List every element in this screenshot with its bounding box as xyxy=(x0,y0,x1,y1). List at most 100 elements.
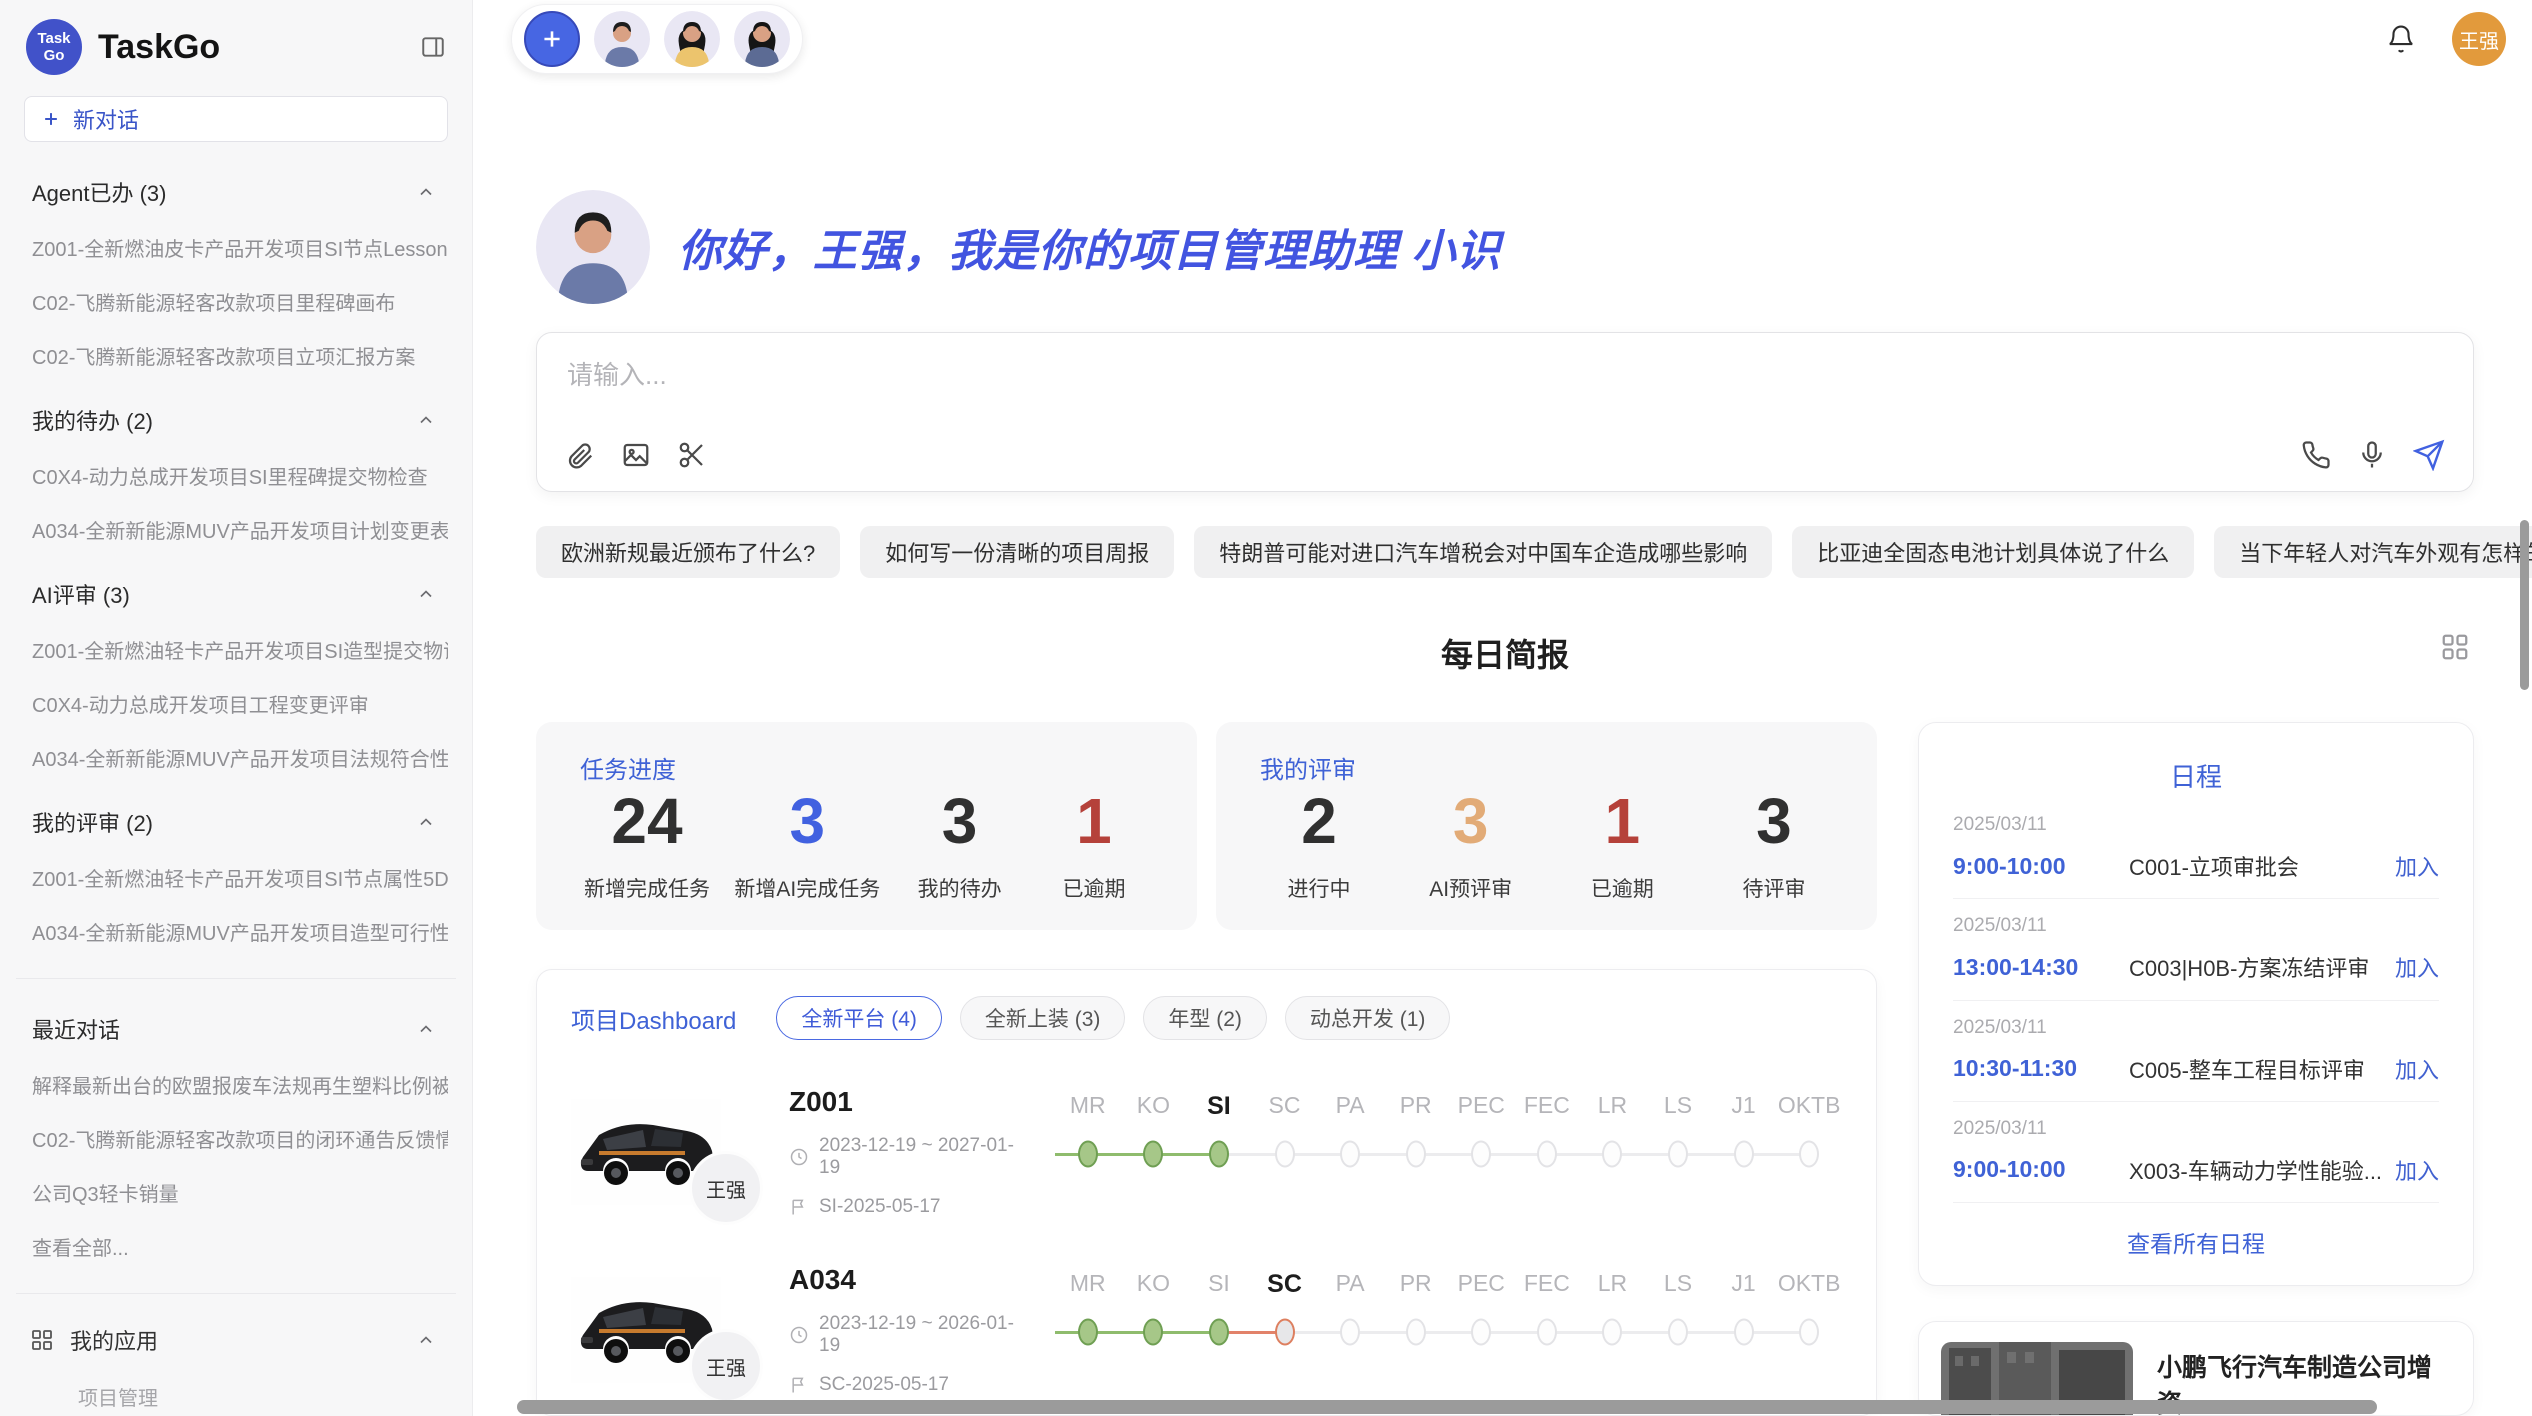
join-link[interactable]: 加入 xyxy=(2395,1154,2439,1186)
milestone-label: FEC xyxy=(1514,1270,1580,1317)
stat-column: 1已逾期 xyxy=(1039,789,1149,903)
attachment-icon[interactable] xyxy=(565,440,595,470)
notifications-bell-icon[interactable] xyxy=(2386,24,2416,54)
milestone-label: SC xyxy=(1252,1092,1318,1139)
vertical-scrollbar[interactable] xyxy=(2520,520,2529,690)
news-body: 小鹏飞行汽车制造公司增资 天眼查 App 显示，近日广州汇天飞行汽... xyxy=(2157,1342,2451,1395)
briefing-grid-area: 任务进度 24新增完成任务3新增AI完成任务3我的待办1已逾期 我的评审 2进行… xyxy=(536,722,2474,1416)
assistant-avatar xyxy=(536,190,650,304)
briefing-title: 每日简报 xyxy=(1441,637,1569,673)
avatar[interactable] xyxy=(734,11,790,67)
chevron-up-icon[interactable] xyxy=(416,182,436,202)
briefing-header: 每日简报 xyxy=(536,630,2474,676)
sidebar-item[interactable]: A034-全新新能源MUV产品开发项目计划变更表编写 xyxy=(32,515,448,544)
milestone-dot xyxy=(1143,1319,1163,1346)
collapse-sidebar-icon[interactable] xyxy=(420,34,446,60)
schedule-event: 2025/03/119:00-10:00X003-车辆动力学性能验...加入 xyxy=(1953,1102,2439,1203)
milestone-label: PEC xyxy=(1448,1270,1514,1317)
milestone-label: SI xyxy=(1186,1092,1252,1139)
microphone-icon[interactable] xyxy=(2357,440,2387,470)
milestone-node xyxy=(1186,1139,1252,1169)
schedule-title: 日程 xyxy=(1919,757,2473,794)
main-area: 王强 你好，王强，我是你的项目管理助理 小识 xyxy=(473,0,2532,1416)
suggestion-chip[interactable]: 当下年轻人对汽车外观有怎样的喜好趋势 xyxy=(2214,526,2532,578)
avatar[interactable] xyxy=(594,11,650,67)
milestone-dot xyxy=(1340,1319,1360,1346)
suggestion-chip[interactable]: 如何写一份清晰的项目周报 xyxy=(860,526,1174,578)
app-root: Task Go TaskGo 新对话 Agent已办 (3)Z001-全新燃油皮… xyxy=(0,0,2532,1416)
project-row[interactable]: 王强Z0012023-12-19 ~ 2027-01-19SI-2025-05-… xyxy=(571,1086,1842,1218)
send-icon[interactable] xyxy=(2413,439,2445,471)
milestone-label: PR xyxy=(1383,1270,1449,1317)
sidebar-item[interactable]: C02-飞腾新能源轻客改款项目里程碑画布 xyxy=(32,287,448,316)
recent-conversation-item[interactable]: 解释最新出台的欧盟报废车法规再生塑料比例被调至15%... xyxy=(32,1070,448,1099)
milestone-node xyxy=(1448,1139,1514,1169)
sidebar: Task Go TaskGo 新对话 Agent已办 (3)Z001-全新燃油皮… xyxy=(0,0,473,1416)
scissors-icon[interactable] xyxy=(677,440,707,470)
milestone-track xyxy=(1055,1317,1842,1347)
chevron-up-icon[interactable] xyxy=(416,1019,436,1039)
project-dates: 2023-12-19 ~ 2026-01-19 xyxy=(789,1313,1027,1357)
milestone-dot xyxy=(1537,1141,1557,1168)
suggestion-chip[interactable]: 比亚迪全固态电池计划具体说了什么 xyxy=(1792,526,2194,578)
schedule-event: 2025/03/1110:30-11:30C005-整车工程目标评审加入 xyxy=(1953,1001,2439,1102)
project-row[interactable]: 王强A0342023-12-19 ~ 2026-01-19SC-2025-05-… xyxy=(571,1264,1842,1396)
milestone-label: J1 xyxy=(1711,1270,1777,1317)
filter-chip[interactable]: 全新平台 (4) xyxy=(776,996,942,1040)
avatar[interactable] xyxy=(664,11,720,67)
event-date: 2025/03/11 xyxy=(1953,1118,2439,1140)
stat-column: 24新增完成任务 xyxy=(584,789,710,903)
join-link[interactable]: 加入 xyxy=(2395,1053,2439,1085)
layout-grid-icon[interactable] xyxy=(2440,632,2470,662)
join-link[interactable]: 加入 xyxy=(2395,850,2439,882)
sidebar-item[interactable]: A034-全新新能源MUV产品开发项目法规符合性评审 xyxy=(32,743,448,772)
sidebar-section-header: 最近对话 xyxy=(32,1013,436,1045)
phone-icon[interactable] xyxy=(2301,440,2331,470)
milestone-labels: MRKOSISCPAPRPECFECLRLSJ1OKTB xyxy=(1055,1092,1842,1139)
milestone-node xyxy=(1055,1317,1121,1347)
sidebar-item[interactable]: Z001-全新燃油皮卡产品开发项目SI节点Lesson Learn报告 xyxy=(32,233,448,262)
recent-conversation-item[interactable]: C02-飞腾新能源轻客改款项目的闭环通告反馈情况 xyxy=(32,1124,448,1153)
horizontal-scrollbar[interactable] xyxy=(517,1400,2377,1414)
filter-chip[interactable]: 动总开发 (1) xyxy=(1285,996,1451,1040)
chevron-up-icon[interactable] xyxy=(416,584,436,604)
event-time: 13:00-14:30 xyxy=(1953,954,2129,981)
milestone-label: MR xyxy=(1055,1092,1121,1139)
project-info: A0342023-12-19 ~ 2026-01-19SC-2025-05-17 xyxy=(789,1264,1027,1396)
section-title: 最近对话 xyxy=(32,1013,120,1045)
sidebar-item[interactable]: C02-飞腾新能源轻客改款项目立项汇报方案 xyxy=(32,341,448,370)
dashboard-header: 项目Dashboard 全新平台 (4)全新上装 (3)年型 (2)动总开发 (… xyxy=(571,996,1842,1040)
stats-row: 任务进度 24新增完成任务3新增AI完成任务3我的待办1已逾期 我的评审 2进行… xyxy=(536,722,1877,930)
user-avatar[interactable]: 王强 xyxy=(2452,12,2506,66)
topbar-right: 王强 xyxy=(2386,12,2506,66)
chevron-up-icon[interactable] xyxy=(416,410,436,430)
app-sub-item[interactable]: 项目管理 xyxy=(78,1382,448,1411)
sidebar-item[interactable]: A034-全新新能源MUV产品开发项目造型可行性评审 xyxy=(32,917,448,946)
image-icon[interactable] xyxy=(621,440,651,470)
chat-input[interactable] xyxy=(565,359,2445,392)
suggestion-chip[interactable]: 特朗普可能对进口汽车增税会对中国车企造成哪些影响 xyxy=(1194,526,1772,578)
recent-conversation-item[interactable]: 公司Q3轻卡销量 xyxy=(32,1178,448,1207)
milestone-dot xyxy=(1668,1319,1688,1346)
chevron-up-icon[interactable] xyxy=(416,812,436,832)
view-all-schedule-link[interactable]: 查看所有日程 xyxy=(1919,1203,2473,1285)
join-link[interactable]: 加入 xyxy=(2395,951,2439,983)
filter-chip[interactable]: 全新上装 (3) xyxy=(960,996,1126,1040)
sidebar-item[interactable]: C0X4-动力总成开发项目工程变更评审 xyxy=(32,689,448,718)
suggestion-chip[interactable]: 欧洲新规最近颁布了什么? xyxy=(536,526,840,578)
sidebar-section-header: 我的待办 (2) xyxy=(32,404,436,436)
sidebar-item[interactable]: C0X4-动力总成开发项目SI里程碑提交物检查 xyxy=(32,461,448,490)
milestone-dot xyxy=(1471,1141,1491,1168)
event-time: 9:00-10:00 xyxy=(1953,1156,2129,1183)
chevron-up-icon[interactable] xyxy=(416,1330,436,1350)
sidebar-item[interactable]: Z001-全新燃油轻卡产品开发项目SI造型提交物评审 xyxy=(32,635,448,664)
sidebar-item-my-apps[interactable]: 我的应用 xyxy=(30,1324,436,1356)
sidebar-section-header: 我的评审 (2) xyxy=(32,806,436,838)
sidebar-header: Task Go TaskGo xyxy=(0,14,472,80)
milestone-dot xyxy=(1406,1319,1426,1346)
recent-conversation-item[interactable]: 查看全部... xyxy=(32,1232,448,1261)
add-conversation-button[interactable] xyxy=(524,11,580,67)
filter-chip[interactable]: 年型 (2) xyxy=(1143,996,1267,1040)
new-chat-button[interactable]: 新对话 xyxy=(24,96,448,142)
sidebar-item[interactable]: Z001-全新燃油轻卡产品开发项目SI节点属性5D文件评审 xyxy=(32,863,448,892)
